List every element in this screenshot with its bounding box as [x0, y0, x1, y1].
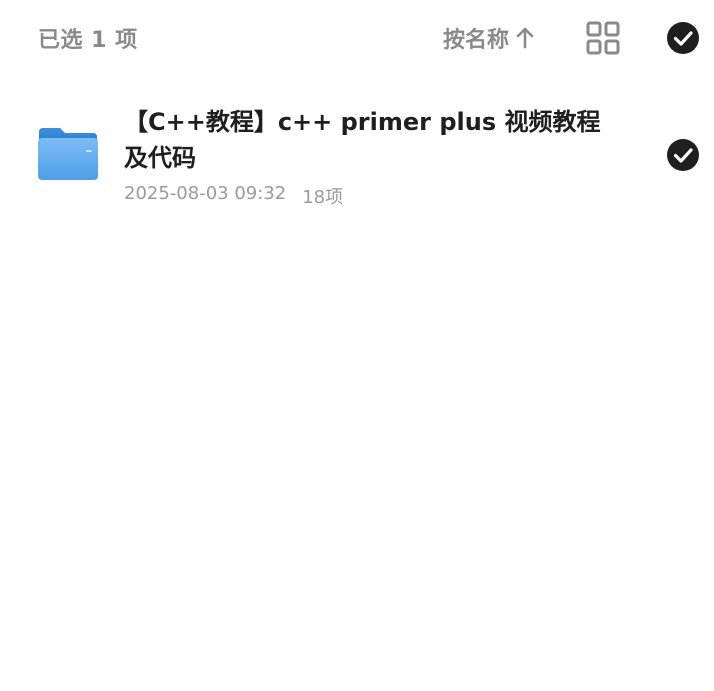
selected-count-label: 已选 1 项 — [38, 28, 138, 53]
file-list-item[interactable]: 【C++教程】c++ primer plus 视频教程及代码 2025-08-0… — [0, 92, 714, 222]
file-name: 【C++教程】c++ primer plus 视频教程及代码 — [124, 108, 601, 172]
grid-view-icon[interactable] — [585, 20, 621, 56]
sort-by-name-button[interactable]: 按名称 — [443, 20, 535, 56]
folder-icon — [38, 128, 98, 180]
file-date: 2025-08-03 09:32 — [124, 183, 287, 204]
selection-header: 已选 1 项 按名称 — [0, 0, 714, 78]
file-selection-screen: 已选 1 项 按名称 【C++教程】c++ primer plus 视频教程及代… — [0, 0, 714, 691]
check-circle-icon[interactable] — [666, 138, 700, 172]
file-meta: 2025-08-03 09:32 18项 — [124, 183, 343, 209]
check-circle-icon[interactable] — [666, 21, 700, 55]
file-item-count: 18项 — [302, 187, 344, 208]
arrow-up-icon — [516, 27, 534, 49]
sort-label: 按名称 — [443, 28, 510, 53]
